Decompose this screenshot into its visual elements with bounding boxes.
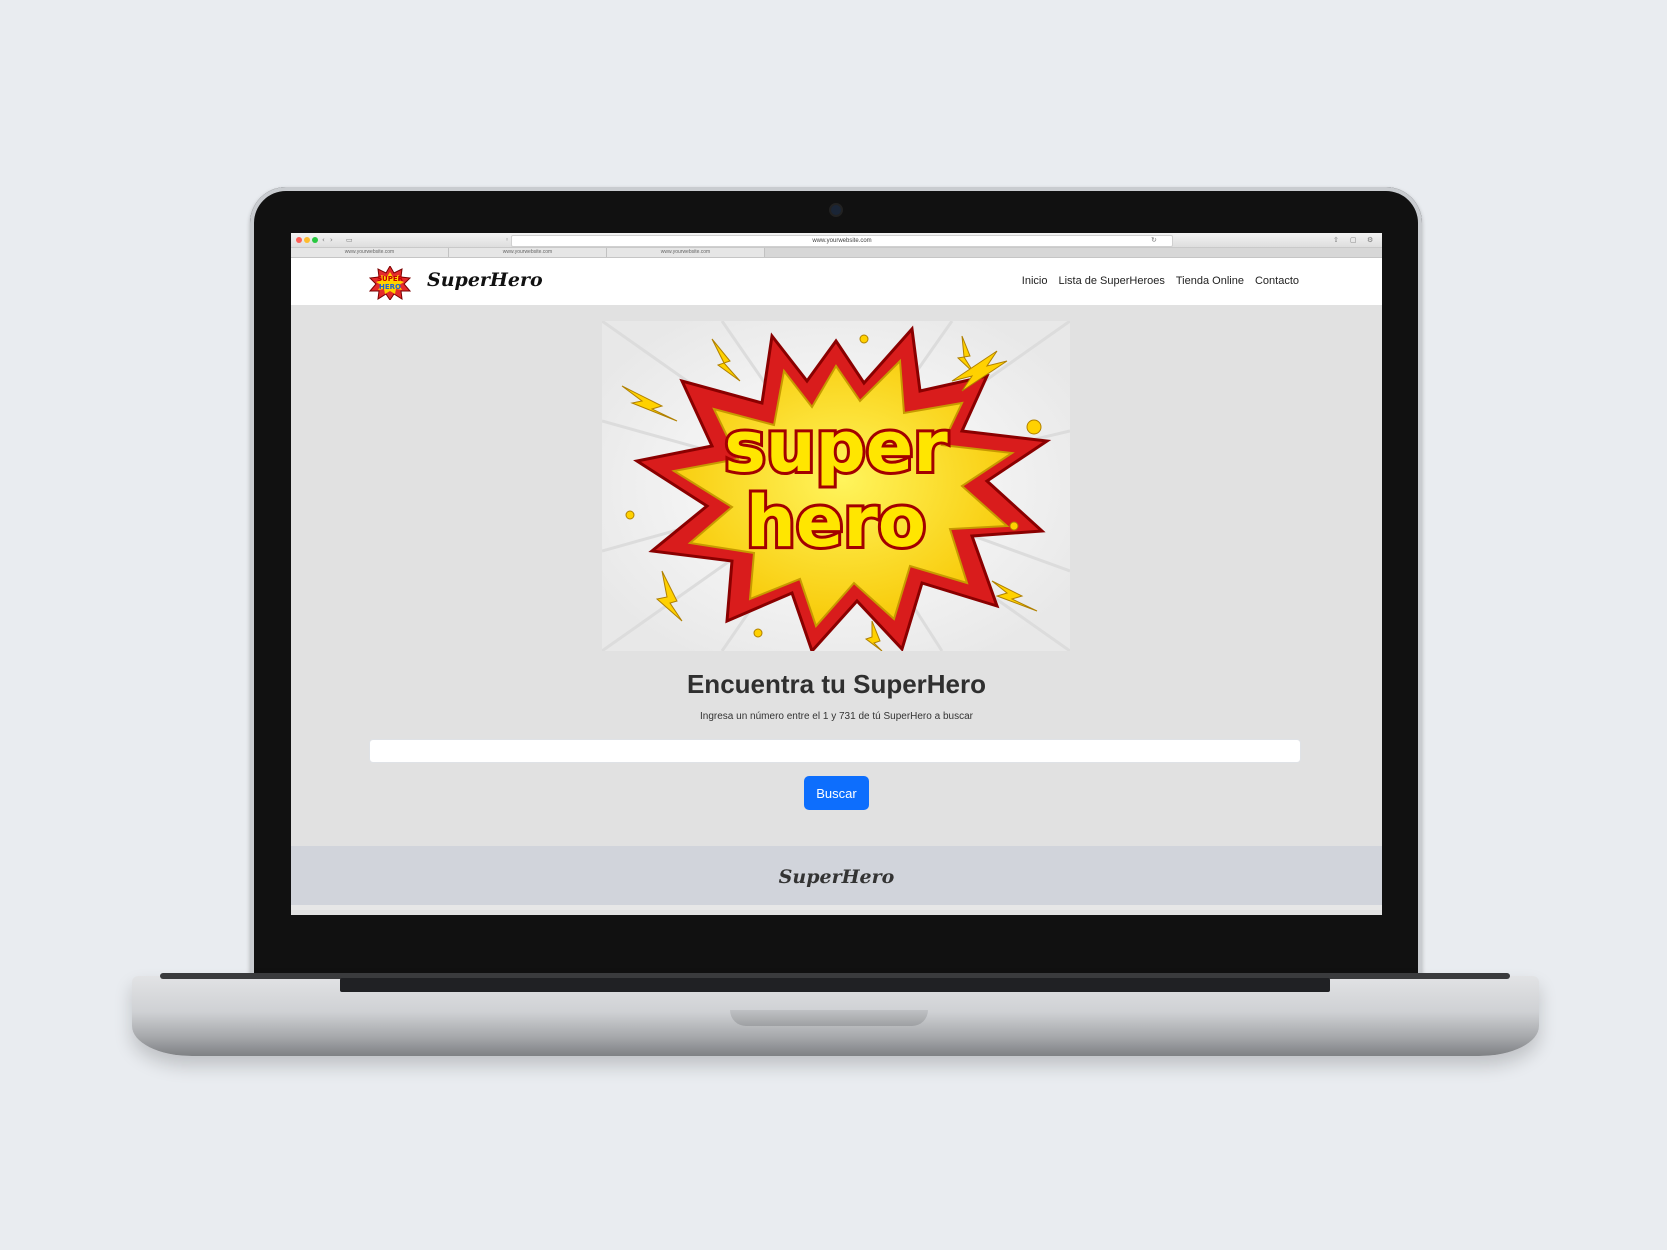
browser-tab[interactable]: www.yourwebsite.com bbox=[607, 248, 765, 257]
nav-link-tienda[interactable]: Tienda Online bbox=[1176, 275, 1244, 287]
page-title: Encuentra tu SuperHero bbox=[686, 669, 987, 699]
site-logo[interactable]: SUPER HERO bbox=[368, 264, 412, 301]
browser-toolbar: ‹ › ▭ ◦ www.yourwebsite.com ↻ ⇧ ▢ ⚙ bbox=[291, 233, 1382, 248]
footer-bottom-strip bbox=[291, 905, 1382, 910]
share-icon[interactable]: ⇧ bbox=[1333, 236, 1339, 244]
logo-text-line2: HERO bbox=[379, 283, 401, 291]
tabs-icon[interactable]: ▢ bbox=[1350, 236, 1357, 244]
maximize-window-icon[interactable] bbox=[312, 237, 318, 243]
footer-brand: SuperHero bbox=[778, 866, 895, 888]
shield-icon: ◦ bbox=[505, 236, 510, 244]
browser-tab[interactable]: www.yourwebsite.com bbox=[449, 248, 607, 257]
nav-link-lista[interactable]: Lista de SuperHeroes bbox=[1058, 275, 1164, 287]
minimize-window-icon[interactable] bbox=[304, 237, 310, 243]
search-button[interactable]: Buscar bbox=[804, 776, 869, 810]
logo-text-line1: SUPER bbox=[377, 275, 404, 283]
nav-link-contacto[interactable]: Contacto bbox=[1255, 275, 1299, 287]
browser-tab-bar: www.yourwebsite.com www.yourwebsite.com … bbox=[291, 248, 1382, 258]
settings-icon[interactable]: ⚙ bbox=[1367, 236, 1373, 244]
forward-icon[interactable]: › bbox=[330, 236, 333, 244]
close-window-icon[interactable] bbox=[296, 237, 302, 243]
address-bar[interactable]: www.yourwebsite.com bbox=[511, 235, 1173, 247]
hero-number-input[interactable] bbox=[369, 739, 1301, 763]
keyboard-strip bbox=[340, 978, 1330, 992]
site-navbar: SUPER HERO SuperHero Inicio Lista de Sup… bbox=[291, 258, 1382, 305]
camera-icon bbox=[831, 205, 841, 215]
laptop-screen: ‹ › ▭ ◦ www.yourwebsite.com ↻ ⇧ ▢ ⚙ www.… bbox=[291, 233, 1382, 915]
site-footer: SuperHero bbox=[291, 846, 1382, 910]
hero-image: super hero bbox=[602, 321, 1070, 651]
laptop-notch bbox=[730, 1010, 928, 1026]
site-brand[interactable]: SuperHero bbox=[427, 269, 543, 291]
nav-link-inicio[interactable]: Inicio bbox=[1022, 275, 1048, 287]
nav-links: Inicio Lista de SuperHeroes Tienda Onlin… bbox=[1022, 275, 1299, 287]
logo-burst-icon: SUPER HERO bbox=[368, 264, 412, 301]
sidebar-icon[interactable]: ▭ bbox=[346, 236, 353, 244]
reload-icon[interactable]: ↻ bbox=[1151, 236, 1157, 244]
hero-comic-burst: super hero bbox=[602, 321, 1070, 651]
back-icon[interactable]: ‹ bbox=[322, 236, 325, 244]
hero-text-hero: hero bbox=[746, 481, 926, 563]
browser-tab[interactable]: www.yourwebsite.com bbox=[291, 248, 449, 257]
search-instructions: Ingresa un número entre el 1 y 731 de tú… bbox=[700, 711, 973, 722]
hero-text-super: super bbox=[724, 406, 948, 488]
